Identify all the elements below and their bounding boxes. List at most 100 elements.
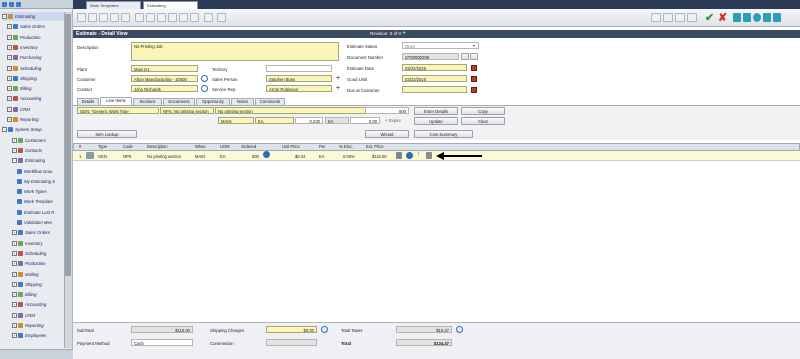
sidebar-item[interactable]: + Shipping: [12, 280, 64, 289]
calendar-icon[interactable]: [471, 76, 477, 82]
list-icon[interactable]: [204, 13, 213, 22]
expand-toggle-icon[interactable]: +: [7, 96, 12, 102]
sidebar-item[interactable]: + Billing: [7, 84, 64, 93]
calculator-icon[interactable]: [157, 13, 166, 22]
expand-toggle-icon[interactable]: +: [12, 147, 17, 153]
calendar-icon[interactable]: [471, 65, 477, 71]
column-header[interactable]: Code: [123, 144, 133, 149]
enter-details-button[interactable]: Enter Details: [414, 107, 458, 115]
sidebar-item[interactable]: + Reporting: [12, 321, 64, 330]
sidebar-item[interactable]: + Reporting: [7, 115, 64, 124]
clear-button[interactable]: Clear: [461, 117, 505, 125]
customer-lookup-icon[interactable]: [201, 75, 208, 82]
column-header[interactable]: UOM: [220, 144, 230, 149]
expand-toggle-icon[interactable]: +: [12, 281, 17, 287]
tab-details[interactable]: Details: [77, 98, 99, 105]
sidebar-item[interactable]: + Employees: [12, 331, 64, 340]
sidebar-item[interactable]: + Production: [7, 33, 64, 42]
expand-toggle-icon[interactable]: +: [12, 292, 17, 298]
expand-toggle-icon[interactable]: +: [12, 230, 17, 236]
forward-icon[interactable]: [16, 2, 21, 7]
sidebar-item[interactable]: Work Template: [17, 197, 64, 206]
tab-line-items[interactable]: Line Items: [100, 97, 132, 105]
shipping-info-icon[interactable]: [321, 326, 328, 333]
expand-toggle-icon[interactable]: +: [12, 312, 17, 318]
due-field[interactable]: [402, 86, 467, 93]
expand-toggle-icon[interactable]: +: [7, 86, 12, 92]
section-select[interactable]: NPS: No printing section: [160, 107, 214, 114]
sidebar-item[interactable]: + Scheduling: [12, 249, 64, 258]
report-icon[interactable]: [146, 13, 155, 22]
column-header[interactable]: Ext. Price: [366, 144, 384, 149]
expand-toggle-icon[interactable]: +: [12, 323, 17, 328]
tab-estimating[interactable]: Estimating: [143, 1, 198, 9]
next-record-icon[interactable]: [763, 13, 771, 22]
quantity-field[interactable]: 500: [365, 107, 409, 114]
layout-cols-icon[interactable]: [687, 13, 697, 22]
calendar-icon[interactable]: [471, 87, 477, 93]
servicerep-field[interactable]: Arron Robinson: [266, 85, 332, 92]
expand-toggle-icon[interactable]: +: [7, 117, 12, 122]
sidebar-item[interactable]: Estimate Lost R: [17, 208, 64, 217]
expand-toggle-icon[interactable]: −: [12, 158, 17, 164]
sidebar-item[interactable]: Work Types: [17, 187, 64, 196]
territory-field[interactable]: [266, 65, 332, 72]
line-uom-field[interactable]: EA: [255, 117, 294, 124]
sidebar-item[interactable]: Workflow Grou: [17, 167, 64, 176]
attach-icon[interactable]: [121, 13, 130, 22]
sidebar-item[interactable]: + Sales Orders: [12, 228, 64, 237]
sidebar-item[interactable]: + Customers: [12, 136, 64, 145]
layout-rows-icon[interactable]: [675, 13, 685, 22]
tab-notes[interactable]: Notes: [231, 98, 254, 105]
column-header[interactable]: % Disc.: [339, 144, 353, 149]
contact-lookup-icon[interactable]: [201, 85, 208, 92]
wizard-button[interactable]: Wizard: [365, 130, 409, 138]
first-record-icon[interactable]: [733, 13, 741, 22]
print-icon[interactable]: [88, 13, 97, 22]
expand-toggle-icon[interactable]: +: [7, 24, 12, 30]
add-servicerep-icon[interactable]: +: [336, 85, 340, 92]
column-header[interactable]: Whse: [195, 144, 205, 149]
expand-toggle-icon[interactable]: −: [2, 14, 7, 19]
previous-record-icon[interactable]: [743, 13, 751, 22]
column-header[interactable]: Ordered: [241, 144, 256, 149]
line-plant-field[interactable]: MAIN: [218, 117, 254, 124]
status-select[interactable]: Open: [402, 42, 479, 49]
plant-field[interactable]: Main D1: [131, 65, 198, 72]
move-icon[interactable]: ↕: [417, 151, 420, 157]
save-icon[interactable]: [77, 13, 86, 22]
details-icon[interactable]: [406, 152, 413, 159]
tab-comments[interactable]: Comments: [255, 98, 285, 105]
sidebar-item[interactable]: + Accounting: [7, 94, 64, 103]
expand-toggle-icon[interactable]: +: [12, 261, 17, 267]
expand-toggle-icon[interactable]: +: [7, 34, 12, 40]
sidebar-item[interactable]: + Inventory: [12, 239, 64, 248]
expand-toggle-icon[interactable]: +: [12, 302, 17, 308]
shipping-field[interactable]: $0.00: [266, 326, 317, 333]
sidebar-item[interactable]: + CRM: [7, 105, 64, 114]
expand-toggle-icon[interactable]: +: [12, 250, 17, 256]
expand-toggle-icon[interactable]: −: [2, 127, 7, 133]
sidebar-item[interactable]: + Billing: [12, 290, 64, 299]
sidebar-item[interactable]: + Purchasing: [7, 53, 64, 62]
tab-documents[interactable]: Documents: [163, 98, 195, 105]
info-icon[interactable]: [263, 151, 270, 158]
sidebar-scroll-thumb[interactable]: [65, 14, 71, 276]
expand-toggle-icon[interactable]: +: [12, 333, 17, 339]
estdate-field[interactable]: 03/22/2016: [402, 64, 467, 71]
expand-toggle-icon[interactable]: +: [7, 65, 12, 71]
grid-icon[interactable]: [135, 13, 144, 22]
line-uom2-field[interactable]: EA: [325, 117, 349, 124]
cancel-x-icon[interactable]: ✘: [718, 11, 727, 24]
docnum-refresh-icon[interactable]: [470, 53, 478, 60]
sidebar-item[interactable]: + Contacts: [12, 146, 64, 155]
add-salesperson-icon[interactable]: +: [336, 75, 340, 82]
history-icon[interactable]: [179, 13, 188, 22]
email-icon[interactable]: [110, 13, 119, 22]
sidebar-item[interactable]: − System Setup: [2, 125, 64, 134]
copy-icon[interactable]: [99, 13, 108, 22]
update-button[interactable]: Update: [414, 117, 458, 125]
item-lookup-button[interactable]: Item Lookup: [77, 130, 137, 138]
add-revision-icon[interactable]: +: [402, 30, 406, 37]
sidebar-item[interactable]: − Estimating: [2, 12, 64, 21]
